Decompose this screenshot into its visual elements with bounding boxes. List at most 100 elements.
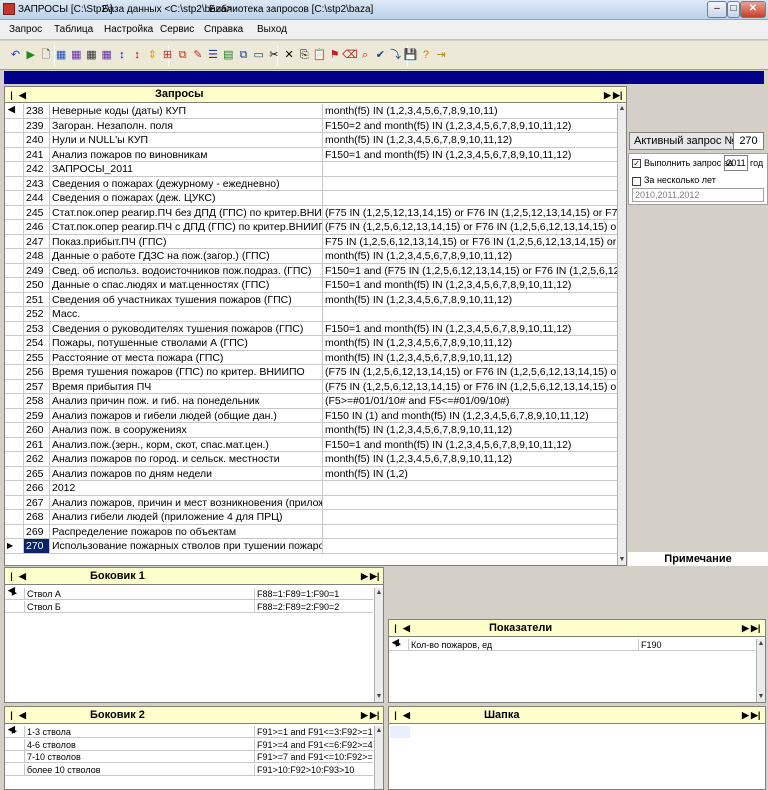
- row-selector[interactable]: ▶: [5, 539, 24, 553]
- row-selector[interactable]: ▶: [389, 639, 409, 650]
- row-selector[interactable]: [5, 191, 24, 205]
- query-row[interactable]: 265 Анализ пожаров по дням недели month(f5…: [5, 466, 617, 481]
- copy-record-icon[interactable]: ⧉: [175, 46, 190, 65]
- row-selector[interactable]: [5, 452, 24, 466]
- close-button[interactable]: ✕: [740, 1, 766, 18]
- row-selector[interactable]: ▶: [5, 588, 25, 599]
- row-selector[interactable]: [5, 510, 24, 524]
- query-row[interactable]: 256 Время тушения пожаров (ГПС) по критер…: [5, 365, 617, 380]
- query-row[interactable]: 266 2012: [5, 481, 617, 496]
- clear-icon[interactable]: ⌫: [342, 46, 358, 65]
- s-nav-last-icon[interactable]: ▶|: [751, 708, 760, 722]
- p-nav-prev-icon[interactable]: ◀: [402, 621, 411, 635]
- query-row[interactable]: 249 Свед. об использ. водоисточников пож.…: [5, 263, 617, 278]
- query-row[interactable]: 246 Стат.пок.опер реагир.ПЧ с ДПД (ГПС) п…: [5, 220, 617, 235]
- several-years-checkbox[interactable]: [632, 177, 641, 186]
- query-row[interactable]: 240 Нули и NULL'ы КУП month(f5) IN (1,2,3,…: [5, 133, 617, 148]
- s-nav-next-icon[interactable]: ▶: [741, 708, 750, 722]
- list-item[interactable]: Ствол Б F88=2:F89=2:F90=2: [5, 600, 373, 613]
- cut-icon[interactable]: ✂: [266, 46, 281, 65]
- find-icon[interactable]: ⌕: [358, 46, 373, 65]
- arrow-left-icon[interactable]: ↶: [8, 46, 23, 65]
- pokazateli-scrollbar[interactable]: ▲ ▼: [756, 639, 765, 702]
- list-item[interactable]: более 10 стволов F91>10:F92>10:F93>10: [5, 763, 373, 776]
- row-selector[interactable]: [5, 205, 24, 220]
- b1-scroll-up-icon[interactable]: ▲: [375, 588, 383, 598]
- menu-tablitsa[interactable]: Таблица: [54, 24, 93, 35]
- query-row[interactable]: 257 Время прибытия ПЧ (F75 IN (1,2,5,6,12,…: [5, 379, 617, 394]
- delete-icon[interactable]: ✕: [282, 46, 297, 65]
- query-row[interactable]: 242 ЗАПРОСЫ_2011: [5, 162, 617, 177]
- help-icon[interactable]: ?: [418, 46, 433, 65]
- run-for-checkbox[interactable]: ✓: [632, 159, 641, 168]
- row-selector[interactable]: [5, 408, 24, 423]
- row-selector[interactable]: [5, 162, 24, 176]
- row-selector[interactable]: [5, 176, 24, 191]
- shapka-grid[interactable]: [390, 726, 410, 738]
- query-row[interactable]: 268 Анализ гибели людей (приложение 4 для…: [5, 510, 617, 525]
- query-row[interactable]: 267 Анализ пожаров, причин и мест возникн…: [5, 495, 617, 510]
- query-row[interactable]: 258 Анализ причин пож. и гиб. на понедель…: [5, 394, 617, 409]
- row-selector[interactable]: [5, 394, 24, 408]
- row-selector[interactable]: [5, 292, 24, 307]
- check-icon[interactable]: ✔: [373, 46, 388, 65]
- row-selector[interactable]: [5, 118, 24, 133]
- query-row[interactable]: 255 Расстояние от места пожара (ГПС) month…: [5, 350, 617, 365]
- query-row[interactable]: 262 Анализ пожаров по город. и сельск. ме…: [5, 452, 617, 467]
- b1-nav-prev-icon[interactable]: ◀: [18, 569, 27, 583]
- query-row[interactable]: 238 Неверные коды (даты) КУП month(f5) IN …: [5, 104, 617, 119]
- menu-servis[interactable]: Сервис: [160, 24, 194, 35]
- list-item[interactable]: 7-10 стволовF91>=7 and F91<=10:F92>=7 an…: [5, 751, 373, 763]
- bokovik2-scrollbar[interactable]: ▲: [374, 726, 383, 789]
- row-selector[interactable]: [5, 481, 24, 495]
- row-selector[interactable]: [5, 423, 24, 437]
- row-selector[interactable]: [5, 600, 25, 612]
- query-row[interactable]: ▶ 270 Использование пожарных стволов при т…: [5, 539, 617, 554]
- flag-icon[interactable]: ⚑: [327, 46, 342, 65]
- query-row[interactable]: 247 Показ.прибыт.ПЧ (ГПС) F75 IN (1,2,5,6,…: [5, 234, 617, 249]
- row-selector[interactable]: [5, 321, 24, 336]
- grid-purple-icon[interactable]: ▦: [69, 46, 84, 65]
- b1-scroll-down-icon[interactable]: ▼: [375, 692, 383, 702]
- row-selector[interactable]: [5, 751, 25, 762]
- row-selector[interactable]: [5, 263, 24, 278]
- query-row[interactable]: 244 Сведения о пожарах (деж. ЦУКС): [5, 191, 617, 206]
- menu-nastroyka[interactable]: Настройка: [104, 24, 153, 35]
- p-nav-first-icon[interactable]: |◀: [391, 621, 400, 647]
- grid-blue-icon[interactable]: ▦: [54, 46, 69, 65]
- row-selector[interactable]: [5, 379, 24, 394]
- edit-record-icon[interactable]: ✎: [190, 46, 205, 65]
- b2-nav-first-icon[interactable]: |◀: [7, 708, 16, 734]
- copy-icon[interactable]: ⎘: [297, 46, 312, 65]
- table-green-icon[interactable]: ▤: [221, 46, 236, 65]
- save-icon[interactable]: 💾: [403, 46, 418, 65]
- grid-mixed-icon[interactable]: ▦: [99, 46, 114, 65]
- paste-icon[interactable]: 📋: [312, 46, 327, 65]
- b2-nav-next-icon[interactable]: ▶: [360, 708, 369, 722]
- p-nav-next-icon[interactable]: ▶: [741, 621, 750, 635]
- s-nav-prev-icon[interactable]: ◀: [402, 708, 411, 722]
- menu-vyhod[interactable]: Выход: [257, 24, 287, 35]
- query-row[interactable]: 248 Данные о работе ГДЗС на пож.(загор.) …: [5, 249, 617, 264]
- row-selector[interactable]: [5, 278, 24, 292]
- s-nav-first-icon[interactable]: |◀: [391, 708, 400, 734]
- years-input[interactable]: 2010,2011,2012: [632, 188, 764, 202]
- row-selector[interactable]: [5, 336, 24, 350]
- query-row[interactable]: 252 Масс.: [5, 307, 617, 322]
- duplicate-icon[interactable]: ⧉: [236, 46, 251, 65]
- row-selector[interactable]: [5, 147, 24, 162]
- row-selector[interactable]: [5, 104, 24, 118]
- exit-icon[interactable]: ⇥: [434, 46, 449, 65]
- run-icon[interactable]: ▶: [23, 46, 38, 65]
- b1-nav-last-icon[interactable]: ▶|: [370, 569, 379, 583]
- move-updown-icon[interactable]: ⇕: [145, 46, 160, 65]
- p-scroll-down-icon[interactable]: ▼: [757, 692, 765, 702]
- nav-prev-icon[interactable]: ◀: [18, 88, 27, 102]
- run-for-year-input[interactable]: 2011: [724, 155, 748, 171]
- b2-scroll-up-icon[interactable]: ▲: [375, 726, 383, 736]
- scroll-up-icon[interactable]: ▲: [618, 104, 626, 114]
- nav-first-icon[interactable]: |◀: [7, 88, 16, 114]
- row-selector[interactable]: [5, 133, 24, 147]
- b1-nav-first-icon[interactable]: |◀: [7, 569, 16, 595]
- row-selector[interactable]: [5, 249, 24, 263]
